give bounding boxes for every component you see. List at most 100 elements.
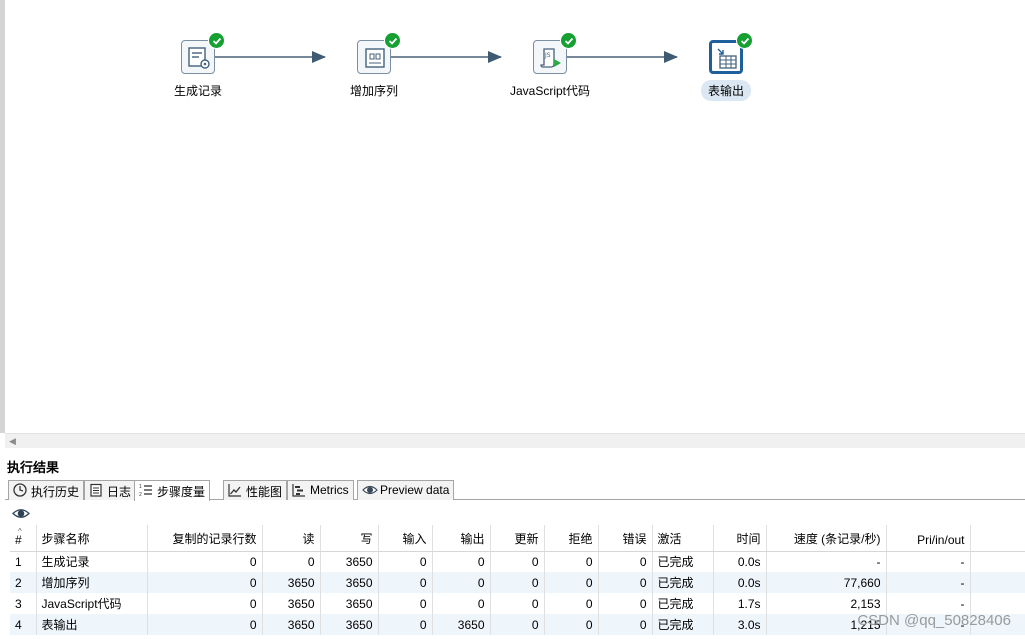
table-cell: 3650 bbox=[320, 551, 379, 572]
column-header[interactable]: 复制的记录行数 bbox=[147, 525, 263, 552]
preview-eye-icon bbox=[362, 483, 378, 500]
table-cell: 0 bbox=[544, 593, 599, 614]
column-header[interactable]: 步骤名称 bbox=[36, 525, 148, 552]
table-cell: 已完成 bbox=[652, 551, 714, 572]
success-check-icon bbox=[208, 32, 225, 49]
table-cell: 4 bbox=[10, 614, 37, 635]
table-cell-filler bbox=[970, 572, 1025, 593]
table-cell: 3650 bbox=[320, 614, 379, 635]
column-header[interactable]: 拒绝 bbox=[544, 525, 599, 552]
tab-preview-data[interactable]: Preview data bbox=[357, 480, 455, 500]
column-header[interactable]: 写 bbox=[320, 525, 379, 552]
step-label: JavaScript代码 bbox=[509, 84, 591, 98]
column-header[interactable]: 输出 bbox=[432, 525, 491, 552]
table-cell: 0 bbox=[598, 572, 653, 593]
table-cell: 0 bbox=[432, 572, 491, 593]
canvas-horizontal-scrollbar[interactable]: ◀ bbox=[5, 433, 1025, 448]
column-header[interactable]: 更新 bbox=[490, 525, 545, 552]
success-check-icon bbox=[736, 32, 753, 49]
svg-text:2: 2 bbox=[139, 492, 142, 497]
transformation-canvas[interactable]: 生成记录 增加序列 JS JavaScript代码 表输出 bbox=[0, 0, 1025, 433]
table-cell: 0 bbox=[378, 614, 433, 635]
table-output-icon[interactable] bbox=[709, 32, 753, 74]
success-check-icon bbox=[384, 32, 401, 49]
table-cell: 增加序列 bbox=[36, 572, 148, 593]
column-header[interactable]: ^ # bbox=[10, 525, 37, 552]
generate-rows-icon[interactable] bbox=[181, 32, 225, 74]
metrics-toolbar bbox=[5, 501, 1025, 525]
column-header[interactable]: 错误 bbox=[598, 525, 653, 552]
table-cell: 77,660 bbox=[766, 572, 887, 593]
table-cell: 0 bbox=[598, 593, 653, 614]
tab-step-metrics[interactable]: 12 步骤度量 bbox=[134, 480, 211, 501]
table-cell: 0 bbox=[432, 551, 491, 572]
table-cell: 0 bbox=[490, 572, 545, 593]
step-table-output[interactable]: 表输出 bbox=[676, 32, 776, 101]
column-header[interactable]: 读 bbox=[262, 525, 321, 552]
step-metrics-icon: 12 bbox=[139, 483, 153, 500]
table-cell: 已完成 bbox=[652, 572, 714, 593]
table-row[interactable]: 2 增加序列 0 3650 3650 0 0 0 0 0 已完成 0.0s 77,660- bbox=[10, 572, 1025, 593]
table-cell: 生成记录 bbox=[36, 551, 148, 572]
step-label: 生成记录 bbox=[173, 84, 222, 98]
metrics-icon bbox=[292, 483, 306, 500]
results-panel-title: 执行结果 bbox=[7, 460, 60, 475]
table-cell: 3650 bbox=[262, 614, 321, 635]
table-cell: 3650 bbox=[320, 593, 379, 614]
svg-text:JS: JS bbox=[544, 52, 551, 59]
table-row[interactable]: 3 JavaScript代码 0 3650 3650 0 0 0 0 0 已完成 1.7s 2,153- bbox=[10, 593, 1025, 614]
scroll-left-arrow-icon[interactable]: ◀ bbox=[9, 436, 16, 447]
column-header[interactable]: 激活 bbox=[652, 525, 714, 552]
step-generate-rows[interactable]: 生成记录 bbox=[148, 32, 248, 101]
table-row[interactable]: 1 生成记录 0 0 3650 0 0 0 0 0 已完成 0.0s - - bbox=[10, 551, 1025, 572]
table-cell: - bbox=[886, 593, 971, 614]
log-icon bbox=[89, 483, 103, 500]
table-cell: 0.0s bbox=[713, 572, 767, 593]
column-header[interactable]: 时间 bbox=[713, 525, 767, 552]
add-sequence-icon[interactable] bbox=[357, 32, 401, 74]
tab-performance-chart[interactable]: 性能图 bbox=[223, 480, 288, 500]
table-cell: 1.7s bbox=[713, 593, 767, 614]
table-cell: 0 bbox=[598, 614, 653, 635]
column-header[interactable]: Pri/in/out bbox=[886, 525, 971, 552]
sort-caret-icon: ^ bbox=[18, 527, 22, 536]
table-cell-filler bbox=[970, 551, 1025, 572]
table-cell: 已完成 bbox=[652, 614, 714, 635]
table-cell: 2,153 bbox=[766, 593, 887, 614]
history-icon bbox=[13, 483, 27, 500]
step-add-sequence[interactable]: 增加序列 bbox=[324, 32, 424, 101]
table-cell: 表输出 bbox=[36, 614, 148, 635]
tab-metrics[interactable]: Metrics bbox=[287, 480, 354, 500]
table-cell: 1 bbox=[10, 551, 37, 572]
step-label-selected: 表输出 bbox=[700, 80, 751, 101]
table-cell: 0 bbox=[147, 551, 263, 572]
table-cell: 0 bbox=[432, 593, 491, 614]
table-cell: 0 bbox=[490, 614, 545, 635]
tab-log[interactable]: 日志 bbox=[84, 480, 137, 500]
column-filler bbox=[970, 525, 1025, 552]
table-cell: 0 bbox=[378, 593, 433, 614]
table-cell: 0.0s bbox=[713, 551, 767, 572]
table-cell: 0 bbox=[147, 614, 263, 635]
table-cell: 0 bbox=[598, 551, 653, 572]
table-cell: 0 bbox=[378, 551, 433, 572]
table-cell: 3650 bbox=[432, 614, 491, 635]
table-cell: 0 bbox=[544, 551, 599, 572]
table-cell: 0 bbox=[262, 551, 321, 572]
table-cell: 3650 bbox=[262, 572, 321, 593]
table-header-row: ^ # 步骤名称 复制的记录行数 读 写 输入 输出 更新 拒绝 错误 激活 时间… bbox=[10, 525, 1025, 552]
javascript-icon[interactable]: JS bbox=[533, 32, 577, 74]
kettle-spoon-window: 生成记录 增加序列 JS JavaScript代码 表输出 ◀ 执行结果 执行历… bbox=[0, 0, 1025, 639]
tab-execution-history[interactable]: 执行历史 bbox=[8, 480, 85, 500]
table-cell: 0 bbox=[147, 593, 263, 614]
column-header[interactable]: 速度 (条记录/秒) bbox=[766, 525, 887, 552]
table-cell: 3650 bbox=[262, 593, 321, 614]
table-cell-filler bbox=[970, 593, 1025, 614]
table-cell: 0 bbox=[490, 593, 545, 614]
column-header[interactable]: 输入 bbox=[378, 525, 433, 552]
step-javascript[interactable]: JS JavaScript代码 bbox=[500, 32, 600, 101]
results-tabbar: 执行历史 日志 12 步骤度量 性能图 Metrics Preview data bbox=[5, 480, 1025, 501]
table-cell: 已完成 bbox=[652, 593, 714, 614]
show-hidden-eye-icon[interactable] bbox=[12, 507, 30, 523]
table-cell: - bbox=[886, 551, 971, 572]
